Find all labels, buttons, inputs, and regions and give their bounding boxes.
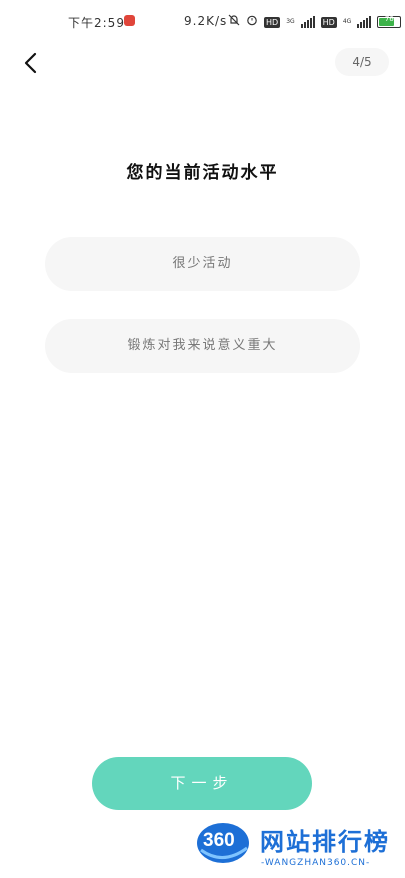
question-title: 您的当前活动水平 — [126, 163, 279, 183]
option-exercise-matters[interactable]: 锻炼对我来说意义重大 — [45, 319, 360, 373]
watermark-logo-text: 360 — [203, 830, 235, 851]
network-speed: 9.2K/s — [184, 14, 228, 28]
watermark-title: 网站排行榜 — [260, 828, 390, 856]
status-bar: 下午2:59 9.2K/s HD 3G HD 4G 76 — [0, 0, 405, 44]
signal-bars-icon-2 — [357, 16, 372, 28]
watermark-subtitle: -WANGZHAN360.CN- — [261, 858, 371, 868]
watermark: 360 网站排行榜 -WANGZHAN360.CN- — [195, 816, 405, 878]
option-rarely-active[interactable]: 很少活动 — [45, 237, 360, 291]
battery-level: 76 — [384, 15, 394, 23]
net-4g-label: 4G — [342, 18, 352, 25]
status-icons: HD 3G HD 4G 76 — [228, 14, 405, 30]
app-notification-icon — [124, 15, 135, 26]
next-button[interactable]: 下一步 — [92, 757, 312, 810]
mute-bell-icon — [228, 14, 240, 30]
signal-bars-icon — [300, 16, 315, 28]
status-time: 下午2:59 — [68, 16, 125, 30]
battery-icon: 76 — [377, 15, 402, 28]
hd-badge-2: HD — [320, 16, 337, 28]
net-3g-label: 3G — [286, 18, 295, 25]
alarm-icon — [246, 14, 258, 30]
hd-badge: HD — [264, 16, 281, 28]
progress-indicator: 4/5 — [335, 48, 389, 76]
chevron-left-icon — [24, 52, 37, 74]
back-button[interactable] — [14, 46, 48, 80]
